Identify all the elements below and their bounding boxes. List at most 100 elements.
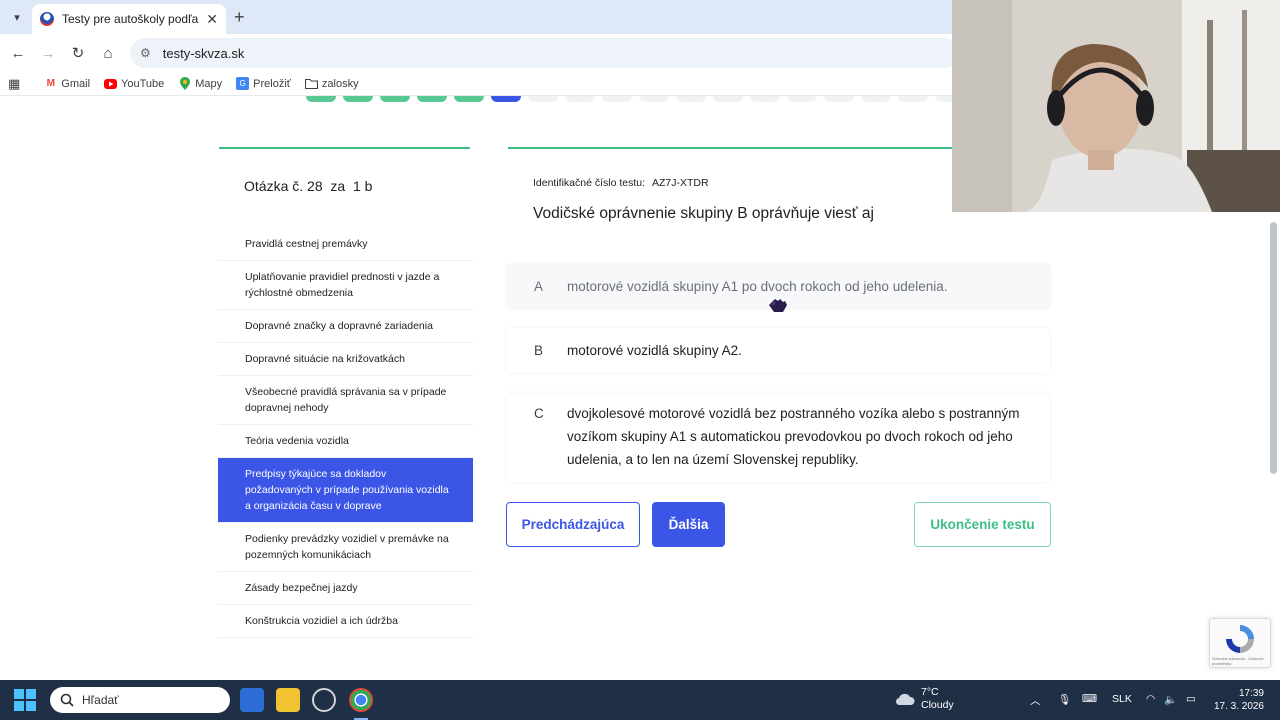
progress-dot[interactable] xyxy=(454,96,484,102)
test-id: Identifikačné číslo testu: AZ7J-XTDR xyxy=(533,177,709,189)
previous-button[interactable]: Predchádzajúca xyxy=(506,502,640,547)
points-value: 1 b xyxy=(352,178,373,194)
weather-widget[interactable]: 7°C Cloudy xyxy=(895,686,954,712)
answer-option-c[interactable]: C dvojkolesové motorové vozidlá bez post… xyxy=(507,393,1050,482)
bookmark-label: Gmail xyxy=(61,77,91,90)
search-icon xyxy=(60,693,74,707)
store-app-icon[interactable] xyxy=(240,688,264,712)
bookmark-label: Mapy xyxy=(195,77,223,90)
progress-dot[interactable] xyxy=(306,96,336,102)
question-text: Vodičské oprávnenie skupiny B oprávňuje … xyxy=(533,205,874,222)
test-id-value: AZ7J-XTDR xyxy=(651,177,709,189)
progress-dot[interactable] xyxy=(417,96,447,102)
file-explorer-icon[interactable] xyxy=(276,688,300,712)
recaptcha-badge[interactable]: Ochrana súkromia - Zmluvné podmienky xyxy=(1209,618,1271,668)
bookmark-mapy[interactable]: Mapy xyxy=(178,77,222,90)
next-button[interactable]: Ďalšia xyxy=(652,502,725,547)
progress-dot[interactable] xyxy=(861,96,891,102)
question-label: Otázka č. xyxy=(244,178,304,194)
progress-dot[interactable] xyxy=(343,96,373,102)
progress-dot[interactable] xyxy=(676,96,706,102)
volume-icon[interactable]: 🔈 xyxy=(1164,693,1177,706)
topic-list: Pravidlá cestnej premávky Uplatňovanie p… xyxy=(218,228,473,640)
close-tab-icon[interactable]: ✕ xyxy=(206,11,218,28)
topic-item[interactable]: Zásady bezpečnej jazdy xyxy=(218,572,473,605)
hand-cursor-icon xyxy=(769,299,787,312)
youtube-icon xyxy=(104,77,118,90)
address-bar[interactable]: ⚙ testy-skvza.sk xyxy=(130,38,960,68)
progress-dot[interactable] xyxy=(602,96,632,102)
windows-start-icon[interactable] xyxy=(14,689,36,711)
translate-icon: G xyxy=(236,77,250,90)
progress-dot[interactable] xyxy=(824,96,854,102)
answer-letter: C xyxy=(534,406,544,421)
apps-grid-icon[interactable]: ▦ xyxy=(8,76,20,92)
bookmark-label: Preložiť xyxy=(253,77,291,90)
browser-tab-active[interactable]: Testy pre autoškoly podľa skup ✕ xyxy=(32,4,226,34)
language-indicator[interactable]: SLK xyxy=(1112,693,1132,705)
chevron-up-icon[interactable]: ︿ xyxy=(1030,693,1041,708)
forward-icon[interactable]: → xyxy=(37,42,59,64)
recaptcha-icon xyxy=(1226,625,1254,653)
chrome-icon[interactable] xyxy=(349,688,373,712)
topic-item-active[interactable]: Predpisy týkajúce sa dokladov požadovaný… xyxy=(218,458,473,523)
page-scrollbar[interactable] xyxy=(1270,222,1277,474)
new-tab-icon[interactable]: + xyxy=(234,7,245,28)
wifi-icon[interactable]: ◠ xyxy=(1146,693,1155,705)
topic-item[interactable]: Dopravné situácie na križovatkách xyxy=(218,343,473,376)
taskbar-search[interactable]: Hľadať xyxy=(50,687,230,713)
microphone-icon[interactable]: 🎙 xyxy=(1058,693,1071,706)
progress-dot[interactable] xyxy=(713,96,743,102)
progress-dot[interactable] xyxy=(639,96,669,102)
weather-desc: Cloudy xyxy=(921,699,954,711)
question-divider xyxy=(508,147,952,149)
progress-dot[interactable] xyxy=(787,96,817,102)
recaptcha-fine-print[interactable]: Ochrana súkromia - Zmluvné podmienky xyxy=(1212,656,1268,666)
progress-dot[interactable] xyxy=(898,96,928,102)
topic-item[interactable]: Uplatňovanie pravidiel prednosti v jazde… xyxy=(218,261,473,310)
keyboard-icon[interactable]: ⌨ xyxy=(1082,693,1097,705)
topic-item[interactable]: Pravidlá cestnej premávky xyxy=(218,228,473,261)
home-icon[interactable]: ⌂ xyxy=(97,42,119,64)
end-test-button[interactable]: Ukončenie testu xyxy=(914,502,1051,547)
answer-text: dvojkolesové motorové vozidlá bez postra… xyxy=(567,406,1020,467)
bookmark-zalosky[interactable]: zalosky xyxy=(304,77,359,90)
clock-time: 17:39 xyxy=(1238,688,1264,699)
topic-item[interactable]: Konštrukcia vozidiel a ich údržba xyxy=(218,605,473,638)
progress-dot[interactable] xyxy=(750,96,780,102)
answer-option-b[interactable]: B motorové vozidlá skupiny A2. xyxy=(507,328,1050,373)
tab-search-icon[interactable]: ▾ xyxy=(6,6,28,28)
bookmark-label: zalosky xyxy=(321,77,359,90)
topic-item[interactable]: Teória vedenia vozidla xyxy=(218,425,473,458)
weather-temp: 7°C xyxy=(921,686,939,698)
answer-text: motorové vozidlá skupiny A1 po dvoch rok… xyxy=(567,279,948,294)
progress-dot[interactable] xyxy=(565,96,595,102)
reload-icon[interactable]: ↻ xyxy=(67,42,89,64)
battery-icon[interactable]: ▭ xyxy=(1186,693,1196,705)
progress-dot-current[interactable] xyxy=(491,96,521,102)
tab-title: Testy pre autoškoly podľa skup xyxy=(62,12,200,26)
site-info-icon[interactable]: ⚙ xyxy=(140,46,151,60)
topic-item[interactable]: Všeobecné pravidlá správania sa v prípad… xyxy=(218,376,473,425)
back-icon[interactable]: ← xyxy=(7,42,29,64)
sidebar-divider xyxy=(219,147,470,149)
bookmark-label: YouTube xyxy=(121,77,165,90)
bookmark-youtube[interactable]: YouTube xyxy=(104,77,164,90)
taskbar-clock[interactable]: 17:39 17. 3. 2026 xyxy=(1212,687,1264,713)
progress-dot[interactable] xyxy=(380,96,410,102)
answer-letter: B xyxy=(534,343,544,358)
question-progress-strip xyxy=(300,96,960,104)
app-icon[interactable] xyxy=(312,688,336,712)
bookmark-gmail[interactable]: M Gmail xyxy=(44,77,90,90)
clock-date: 17. 3. 2026 xyxy=(1213,701,1264,712)
bookmark-prelozit[interactable]: G Preložiť xyxy=(236,77,291,90)
question-number-value: 28 xyxy=(307,178,323,194)
topic-item[interactable]: Podienky prevádzky vozidiel v premávke n… xyxy=(218,523,473,572)
progress-dot[interactable] xyxy=(528,96,558,102)
cloud-icon xyxy=(895,693,915,706)
gmail-icon: M xyxy=(46,78,55,89)
maps-pin-icon xyxy=(178,77,191,90)
windows-taskbar: Hľadať 7°C Cloudy ︿ 🎙 ⌨ SLK ◠ 🔈 ▭ 17:39 … xyxy=(0,680,1280,720)
topic-item[interactable]: Dopravné značky a dopravné zariadenia xyxy=(218,310,473,343)
test-id-label: Identifikačné číslo testu: xyxy=(533,177,646,189)
